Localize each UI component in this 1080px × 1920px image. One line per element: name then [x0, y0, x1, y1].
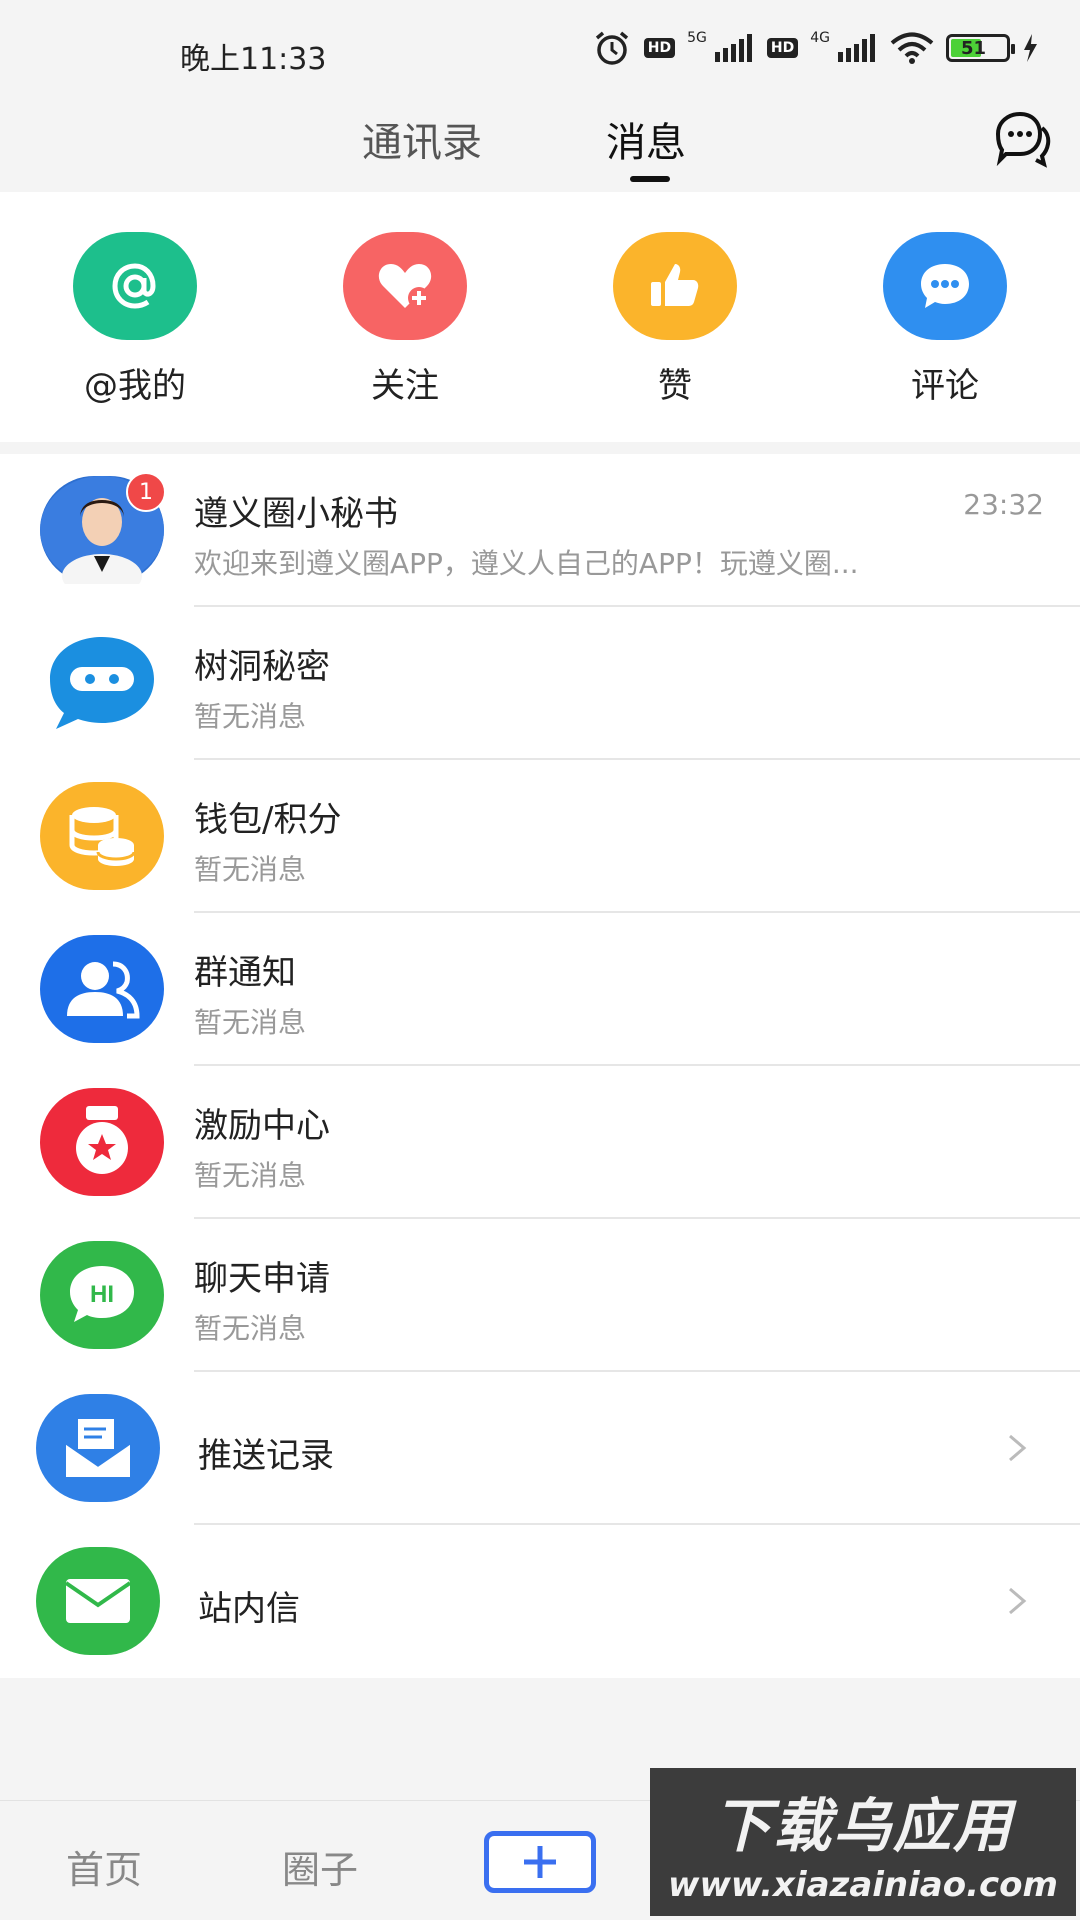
item-subtitle: 暂无消息	[194, 1006, 307, 1039]
quick-label: 关注	[371, 366, 439, 406]
quick-label: 赞	[658, 366, 692, 406]
wifi-icon	[890, 32, 934, 64]
item-subtitle: 暂无消息	[194, 853, 307, 886]
chat-bubbles-icon[interactable]	[992, 108, 1052, 168]
quick-label: 评论	[911, 366, 979, 406]
item-title: 树洞秘密	[194, 647, 330, 687]
item-title: 激励中心	[194, 1106, 330, 1146]
network-type-2: 4G	[810, 30, 830, 46]
quick-follow[interactable]: 关注	[305, 232, 505, 407]
list-item-push-records[interactable]: 推送记录	[0, 1372, 1080, 1525]
chevron-right-icon	[1006, 1432, 1030, 1464]
item-title: 聊天申请	[194, 1259, 330, 1299]
comment-bubble-icon	[883, 232, 1007, 340]
heart-plus-icon	[343, 232, 467, 340]
chevron-right-icon	[1006, 1585, 1030, 1617]
at-icon	[73, 232, 197, 340]
quick-like[interactable]: 赞	[575, 232, 775, 407]
charging-icon	[1022, 34, 1038, 62]
item-subtitle: 暂无消息	[194, 1312, 307, 1345]
list-item-incentive[interactable]: 激励中心 暂无消息	[0, 1066, 1080, 1219]
list-item-chat-request[interactable]: HI 聊天申请 暂无消息	[0, 1219, 1080, 1372]
signal-icon-2	[836, 34, 878, 62]
list-item-assistant[interactable]: 1 遵义圈小秘书 23:32 欢迎来到遵义圈APP，遵义人自己的APP！玩遵义圈…	[0, 454, 1080, 607]
list-item-secret[interactable]: 树洞秘密 暂无消息	[0, 607, 1080, 760]
add-button[interactable]	[484, 1831, 596, 1893]
list-item-site-mail[interactable]: 站内信	[0, 1525, 1080, 1678]
quick-comment[interactable]: 评论	[845, 232, 1045, 407]
item-subtitle: 欢迎来到遵义圈APP，遵义人自己的APP！玩遵义圈...	[194, 547, 859, 580]
watermark-title: 下载乌应用	[712, 1792, 1013, 1860]
coins-icon	[40, 782, 164, 890]
active-tab-indicator	[630, 176, 670, 182]
battery-level: 51	[961, 37, 987, 59]
envelope-icon	[36, 1547, 160, 1655]
svg-text:HI: HI	[90, 1281, 114, 1308]
item-subtitle: 暂无消息	[194, 700, 307, 733]
network-type: 5G	[687, 30, 707, 46]
group-icon	[40, 935, 164, 1043]
watermark: 下载乌应用 www.xiazainiao.com	[650, 1768, 1076, 1916]
item-title: 遵义圈小秘书	[194, 494, 398, 534]
tab-contacts[interactable]: 通讯录	[362, 110, 482, 168]
quick-at-me[interactable]: @我的	[35, 232, 235, 407]
message-list: 1 遵义圈小秘书 23:32 欢迎来到遵义圈APP，遵义人自己的APP！玩遵义圈…	[0, 454, 1080, 1678]
signal-icon	[713, 34, 755, 62]
status-time: 晚上11:33	[180, 42, 327, 77]
quick-label: @我的	[84, 366, 186, 406]
list-item-group-notice[interactable]: 群通知 暂无消息	[0, 913, 1080, 1066]
top-tab-bar: 通讯录 消息	[0, 100, 1080, 192]
item-title: 群通知	[194, 953, 296, 993]
item-time: 23:32	[963, 488, 1044, 521]
inbox-icon	[36, 1394, 160, 1502]
tab-messages[interactable]: 消息	[606, 110, 686, 168]
item-title: 钱包/积分	[194, 800, 342, 840]
battery-icon: 51	[946, 34, 1015, 62]
hd-icon: HD	[643, 38, 676, 58]
avatar: 1	[40, 472, 166, 584]
watermark-url: www.xiazainiao.com	[668, 1865, 1058, 1905]
plus-icon	[524, 1846, 556, 1878]
item-title: 推送记录	[198, 1436, 334, 1476]
nav-circle[interactable]: 圈子	[282, 1839, 358, 1894]
hi-bubble-icon: HI	[40, 1241, 164, 1349]
medal-icon	[40, 1088, 164, 1196]
list-item-wallet[interactable]: 钱包/积分 暂无消息	[0, 760, 1080, 913]
status-bar: 晚上11:33 HD 5G HD 4G 51	[0, 0, 1080, 100]
alarm-icon	[592, 30, 632, 66]
hd-icon-2: HD	[766, 38, 799, 58]
secret-chat-icon	[40, 629, 164, 737]
thumbs-up-icon	[613, 232, 737, 340]
nav-home[interactable]: 首页	[66, 1839, 142, 1894]
unread-badge: 1	[126, 472, 166, 512]
status-icons: HD 5G HD 4G 51	[592, 30, 1038, 66]
quick-actions: @我的 关注 赞 评论	[0, 192, 1080, 442]
item-title: 站内信	[198, 1589, 300, 1629]
item-subtitle: 暂无消息	[194, 1159, 307, 1192]
